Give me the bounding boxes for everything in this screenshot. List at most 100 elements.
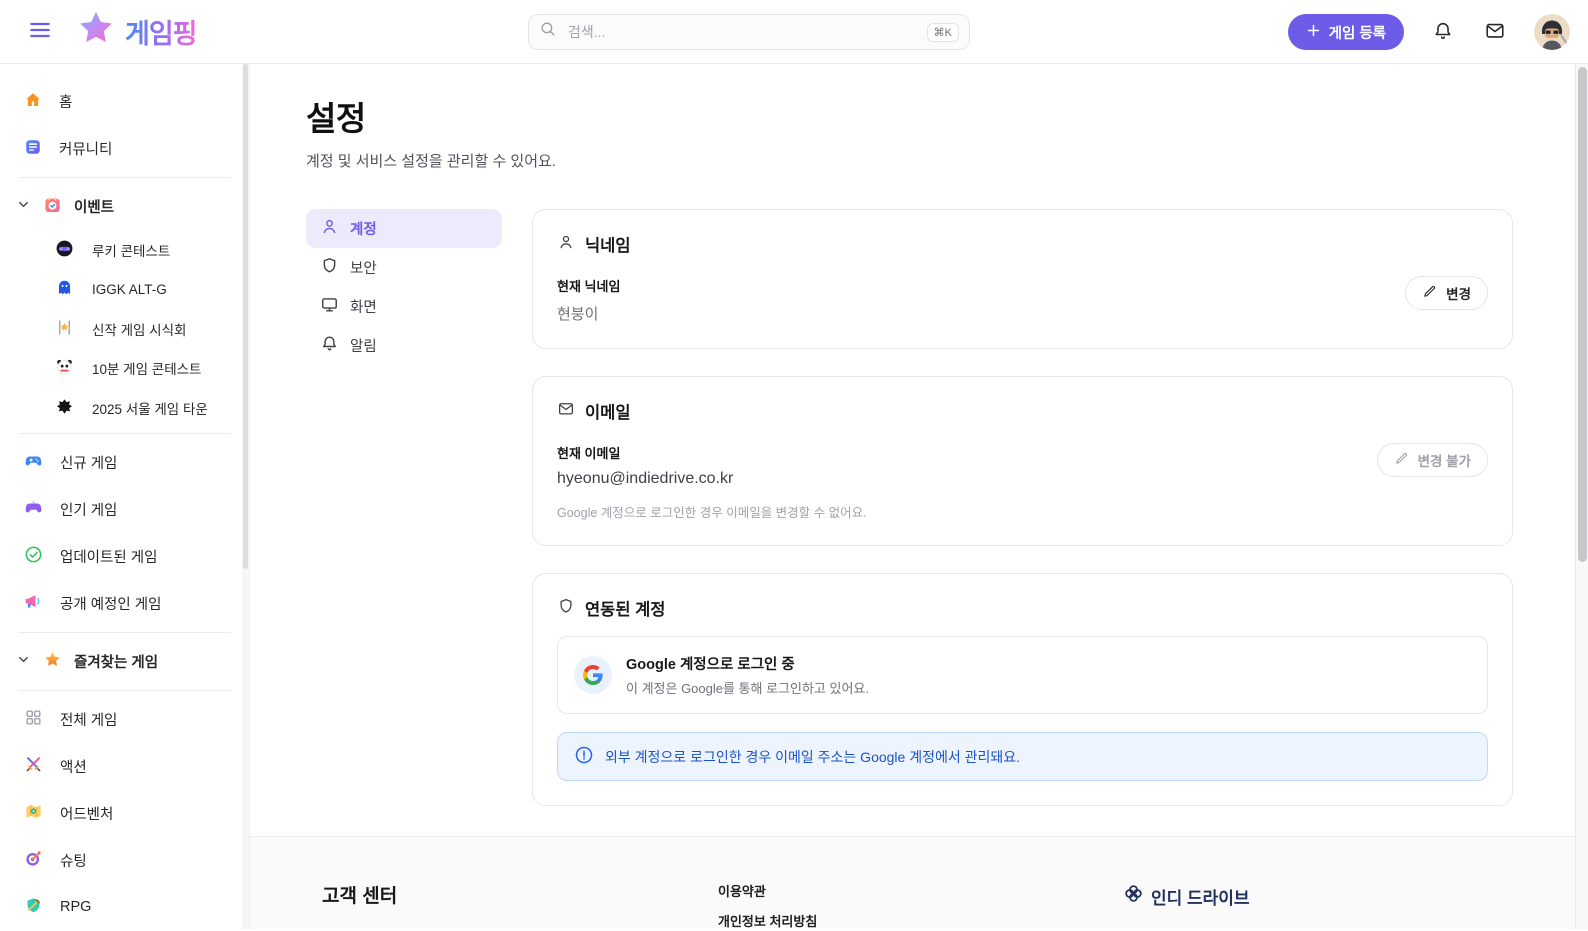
- user-avatar[interactable]: [1534, 14, 1570, 50]
- messages-button[interactable]: [1482, 18, 1508, 47]
- star-logo-icon: [76, 9, 116, 54]
- register-game-button[interactable]: 게임 등록: [1287, 14, 1404, 50]
- card-title: 닉네임: [585, 237, 631, 255]
- sidebar-divider: [18, 177, 231, 178]
- sidebar-item-upcoming-games[interactable]: 공개 예정인 게임: [0, 580, 249, 627]
- sidebar-item-home[interactable]: 홈: [0, 78, 249, 125]
- map-icon: [24, 802, 43, 825]
- app-logo[interactable]: 게임핑: [76, 9, 198, 54]
- tab-notifications[interactable]: 알림: [306, 326, 502, 365]
- check-circle-icon: [24, 545, 43, 568]
- sidebar-item-shooting[interactable]: 슈팅: [0, 837, 249, 884]
- sidebar-item-community[interactable]: 커뮤니티: [0, 125, 249, 172]
- nickname-card: 닉네임 현재 닉네임 현붕이 변경: [532, 209, 1513, 349]
- change-nickname-button[interactable]: 변경: [1405, 276, 1488, 310]
- sidebar-scrollbar[interactable]: [242, 64, 249, 929]
- page-subtitle: 계정 및 서비스 설정을 관리할 수 있어요.: [306, 153, 556, 170]
- privacy-policy-link[interactable]: 개인정보 처리방침: [718, 911, 817, 929]
- nickname-value: 현붕이: [557, 306, 599, 323]
- google-icon: [574, 656, 612, 694]
- search-bar[interactable]: ⌘K: [528, 14, 970, 50]
- chevron-down-icon: [16, 652, 31, 671]
- sidebar-scrollbar-thumb[interactable]: [243, 64, 248, 569]
- home-icon: [24, 91, 42, 113]
- page-scrollbar[interactable]: [1575, 64, 1588, 929]
- settings-page: 설정 계정 및 서비스 설정을 관리할 수 있어요. 계정 보안 화면 알림 닉…: [250, 64, 1588, 836]
- sidebar-item-10min-contest[interactable]: 10분 게임 콘테스트: [0, 349, 249, 389]
- customer-center-title: 고객 센터: [322, 886, 398, 907]
- pencil-icon: [1422, 284, 1437, 302]
- card-title: 이메일: [585, 404, 631, 422]
- crossed-swords-icon: [24, 755, 43, 778]
- sidebar-item-rookie-contest[interactable]: 루키 콘테스트: [0, 230, 249, 270]
- menu-button[interactable]: [20, 12, 60, 52]
- ghost-icon: [55, 278, 74, 300]
- hamburger-icon: [27, 17, 53, 46]
- sidebar-item-iggk[interactable]: IGGK ALT-G: [0, 270, 249, 310]
- sidebar-divider: [18, 432, 231, 434]
- search-icon: [539, 20, 558, 44]
- target-icon: [24, 849, 43, 872]
- bell-icon: [1432, 20, 1454, 45]
- mail-icon: [1484, 20, 1506, 45]
- pencil-icon: [1394, 451, 1409, 469]
- sword-shield-icon: [24, 896, 43, 919]
- shield-icon: [557, 597, 575, 620]
- tasting-icon: [55, 318, 74, 340]
- monitor-icon: [320, 295, 339, 318]
- info-icon: [574, 745, 594, 768]
- star-icon: [43, 650, 62, 673]
- sidebar-section-events[interactable]: 이벤트: [0, 183, 249, 230]
- sidebar-item-adventure[interactable]: 어드벤처: [0, 790, 249, 837]
- megaphone-icon: [24, 592, 43, 615]
- sidebar-item-new-game-tasting[interactable]: 신작 게임 시식회: [0, 309, 249, 349]
- email-field-label: 현재 이메일: [557, 446, 621, 461]
- plus-icon: [1306, 23, 1321, 42]
- app-title: 게임핑: [125, 12, 198, 51]
- sidebar: 홈 커뮤니티 이벤트 루키 콘테스트 IGGK ALT-G 신작 게임 시식회 …: [0, 64, 250, 929]
- linked-accounts-card: 연동된 계정 Google 계정으로 로그인 중 이 계정은 Google를 통…: [532, 573, 1513, 806]
- tab-security[interactable]: 보안: [306, 248, 502, 287]
- sidebar-item-popular-games[interactable]: 인기 게임: [0, 486, 249, 533]
- settings-cards: 닉네임 현재 닉네임 현붕이 변경 이메일 현재 이메일 hyeonu@indi…: [532, 209, 1513, 806]
- terms-link[interactable]: 이용약관: [718, 881, 817, 900]
- google-provider-card: Google 계정으로 로그인 중 이 계정은 Google를 통해 로그인하고…: [557, 636, 1488, 714]
- provider-description: 이 계정은 Google를 통해 로그인하고 있어요.: [626, 681, 869, 696]
- sidebar-item-seoul-game-town[interactable]: 2025 서울 게임 타운: [0, 388, 249, 428]
- card-title: 연동된 계정: [585, 601, 666, 619]
- tab-account[interactable]: 계정: [306, 209, 502, 248]
- chevron-down-icon: [16, 197, 31, 216]
- nickname-field-label: 현재 닉네임: [557, 279, 621, 294]
- email-helper-text: Google 계정으로 로그인한 경우 이메일을 변경할 수 없어요.: [557, 506, 867, 520]
- sidebar-divider: [18, 689, 231, 691]
- bell-icon: [320, 334, 339, 357]
- tab-display[interactable]: 화면: [306, 287, 502, 326]
- info-notice: 외부 계정으로 로그인한 경우 이메일 주소는 Google 계정에서 관리돼요…: [557, 732, 1488, 781]
- sidebar-divider: [18, 631, 231, 633]
- shield-icon: [320, 256, 339, 279]
- top-header: 게임핑 ⌘K 게임 등록: [0, 0, 1588, 64]
- company-name: 인디 드라이브: [1151, 888, 1250, 908]
- page-scrollbar-thumb[interactable]: [1578, 67, 1587, 562]
- person-icon: [320, 217, 339, 240]
- sidebar-item-new-games[interactable]: 신규 게임: [0, 439, 249, 486]
- sidebar-item-all-games[interactable]: 전체 게임: [0, 696, 249, 743]
- seoul-game-town-icon: [55, 397, 74, 419]
- search-shortcut-badge: ⌘K: [926, 22, 959, 42]
- panda-icon: [55, 357, 74, 379]
- email-card: 이메일 현재 이메일 hyeonu@indiedrive.co.kr Googl…: [532, 376, 1513, 546]
- gamepad-purple-icon: [24, 498, 43, 521]
- sidebar-item-action[interactable]: 액션: [0, 743, 249, 790]
- notifications-button[interactable]: [1430, 18, 1456, 47]
- person-icon: [557, 233, 575, 256]
- mail-icon: [557, 400, 575, 423]
- sidebar-item-updated-games[interactable]: 업데이트된 게임: [0, 533, 249, 580]
- sidebar-item-rpg[interactable]: RPG: [0, 884, 249, 931]
- search-input[interactable]: [566, 23, 919, 41]
- notice-text: 외부 계정으로 로그인한 경우 이메일 주소는 Google 계정에서 관리돼요…: [605, 748, 1021, 765]
- page-title: 설정: [306, 100, 366, 137]
- settings-nav: 계정 보안 화면 알림: [306, 209, 502, 806]
- page-footer: 고객 센터 이메일 문의 이용약관 개인정보 처리방침 공지사항: [250, 836, 1588, 929]
- sidebar-section-favorites[interactable]: 즐겨찾는 게임: [0, 638, 249, 685]
- rookie-contest-icon: [55, 239, 74, 261]
